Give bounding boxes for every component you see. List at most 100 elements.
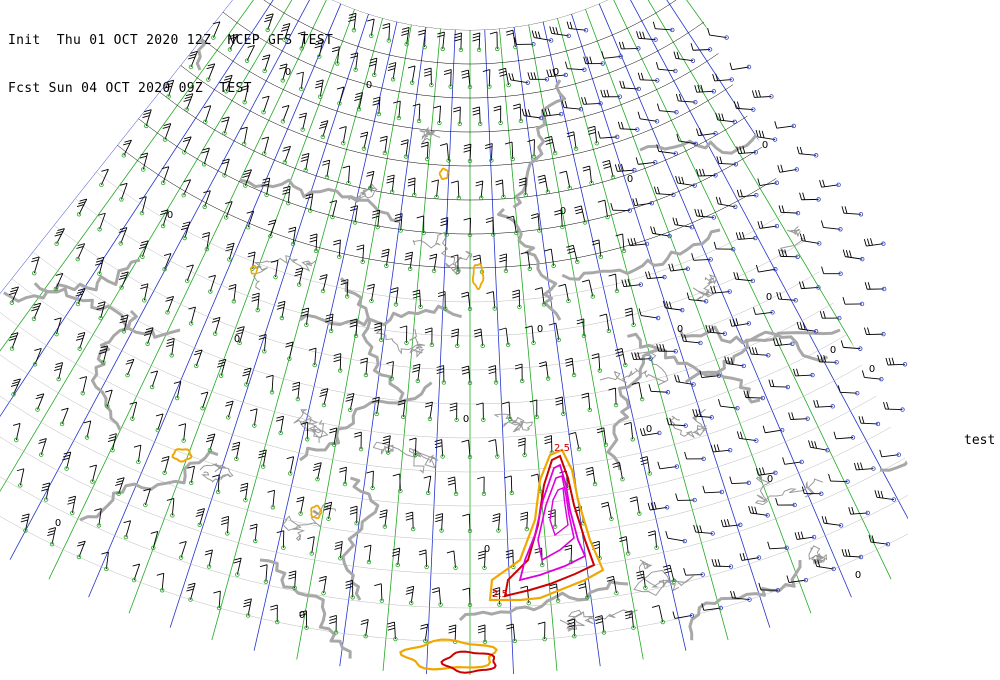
wind-barb xyxy=(399,325,409,346)
wind-barb xyxy=(696,128,718,137)
wind-barb xyxy=(75,332,86,351)
wind-barb xyxy=(97,212,106,232)
wind-barb xyxy=(342,165,351,186)
coastline-segment xyxy=(779,219,812,254)
wind-barb xyxy=(133,444,142,465)
coastline-segment xyxy=(559,609,638,632)
wind-barb xyxy=(423,475,432,496)
wind-barb xyxy=(454,32,464,53)
meridian-line xyxy=(0,0,302,539)
wind-barb xyxy=(118,271,129,290)
wind-barb xyxy=(160,166,170,185)
wind-barb xyxy=(768,379,791,390)
latitude-arc xyxy=(0,464,908,675)
contour-label: 0 xyxy=(560,206,566,217)
wind-barb xyxy=(799,233,822,246)
wind-barb xyxy=(463,143,473,164)
wind-barb xyxy=(683,568,705,577)
wind-barb xyxy=(195,508,205,528)
wind-barb xyxy=(261,95,270,115)
wind-barb xyxy=(778,249,800,259)
wind-barb xyxy=(858,416,881,427)
wind-barb xyxy=(202,190,211,209)
wind-barb xyxy=(228,283,237,304)
wind-barb xyxy=(76,198,88,217)
wind-barb xyxy=(636,31,658,42)
wind-barb xyxy=(47,527,57,547)
wind-barb xyxy=(221,516,230,536)
wind-barb xyxy=(564,61,587,72)
wind-barb xyxy=(339,466,348,487)
wind-barb xyxy=(121,139,132,158)
meridian-line xyxy=(528,24,644,660)
wind-barb xyxy=(143,327,154,346)
wind-barb xyxy=(694,84,716,94)
wind-barb xyxy=(439,143,451,163)
gray-contour-line xyxy=(561,228,721,281)
wind-barb xyxy=(354,431,364,452)
wind-barb xyxy=(729,476,751,486)
wind-barb xyxy=(89,464,97,484)
contour-label: 0 xyxy=(869,364,875,375)
wind-barb xyxy=(356,244,365,265)
wind-barb xyxy=(382,23,392,43)
wind-barb xyxy=(211,21,221,40)
wind-barb xyxy=(864,327,886,337)
wind-barb xyxy=(213,590,222,611)
wind-barb xyxy=(736,431,759,443)
contour-label: 0 xyxy=(366,80,372,91)
contour-label: 0 xyxy=(677,324,683,335)
wind-barb xyxy=(282,145,291,165)
wind-barb xyxy=(242,367,252,387)
wind-barb xyxy=(799,192,821,202)
wind-barb xyxy=(828,473,850,484)
gray-contour-line xyxy=(191,0,221,71)
wind-barb xyxy=(405,511,416,532)
wind-barb xyxy=(381,248,390,269)
wind-barb xyxy=(446,550,458,571)
wind-barb xyxy=(635,157,658,165)
wind-barb xyxy=(600,89,623,99)
wind-barb xyxy=(874,490,897,502)
wind-barb xyxy=(436,365,447,385)
wind-barb xyxy=(231,441,241,462)
wind-barb xyxy=(538,361,551,381)
wind-barb xyxy=(143,488,151,508)
wind-barb xyxy=(156,572,165,593)
wind-barb xyxy=(729,318,752,327)
wind-barb xyxy=(513,103,524,124)
wind-barb xyxy=(178,423,187,443)
wind-barb xyxy=(602,159,616,180)
wind-barb xyxy=(751,89,774,99)
wind-barb xyxy=(762,425,785,434)
wind-barb xyxy=(267,489,276,510)
wind-barb xyxy=(863,238,886,247)
wind-barb xyxy=(619,536,631,556)
wind-barb xyxy=(499,253,509,274)
meridian-line xyxy=(253,21,398,651)
wind-barb xyxy=(307,536,315,556)
wind-barb xyxy=(308,347,317,368)
wind-barb xyxy=(813,399,835,409)
wind-barb xyxy=(420,623,429,644)
wind-barb xyxy=(531,30,554,43)
wind-barb xyxy=(794,531,817,540)
wind-barb xyxy=(559,170,572,191)
contour-label: 0 xyxy=(484,544,490,555)
wind-barb xyxy=(334,540,343,561)
wind-barb xyxy=(208,274,216,294)
wind-barb xyxy=(387,62,397,82)
wind-barb xyxy=(431,179,439,200)
wind-barb xyxy=(486,291,497,311)
meridian-line xyxy=(426,29,456,675)
wind-barb xyxy=(140,283,149,303)
wind-barb xyxy=(240,85,249,105)
wind-barb xyxy=(59,407,69,427)
wind-barb xyxy=(164,79,175,99)
wind-barb xyxy=(489,31,500,52)
wind-barb xyxy=(632,198,654,207)
meridian-line xyxy=(9,0,315,560)
wind-barb xyxy=(178,541,187,560)
gray-contour-line xyxy=(606,348,660,471)
wind-barb xyxy=(183,93,194,112)
